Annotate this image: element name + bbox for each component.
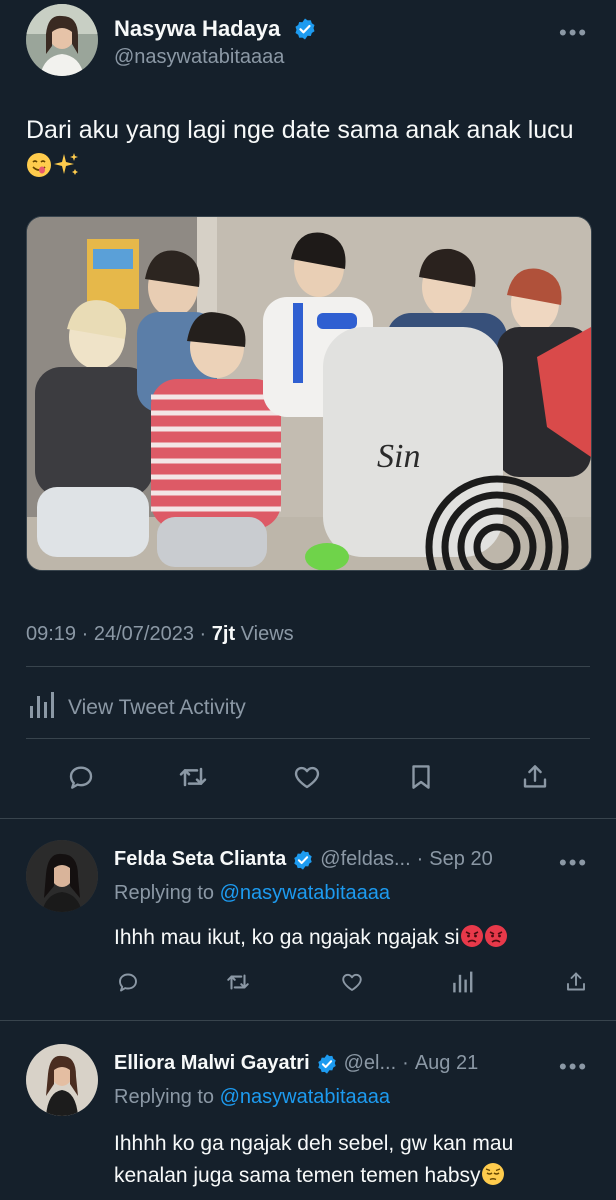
reply-views-button[interactable]: [448, 970, 476, 998]
reply-date[interactable]: Sep 20: [429, 848, 492, 871]
reply-author-name[interactable]: Felda Seta Clianta: [114, 848, 286, 871]
verified-badge-icon: [316, 1053, 338, 1075]
reply-button[interactable]: [62, 760, 100, 798]
reply-header: Felda Seta Clianta @feldas... · Sep 20: [114, 848, 493, 871]
retweet-icon: [225, 969, 251, 1000]
analytics-icon: [26, 690, 56, 725]
retweet-icon: [177, 761, 209, 798]
views-count: 7jt: [211, 623, 236, 645]
tweet-photo[interactable]: Sin: [26, 216, 592, 571]
view-tweet-activity-link[interactable]: View Tweet Activity: [26, 690, 246, 725]
face-savoring-food-icon: [26, 152, 52, 188]
more-options-icon[interactable]: •••: [559, 850, 588, 876]
reply-icon: [66, 762, 96, 797]
divider: [26, 666, 590, 667]
views-icon: [450, 970, 474, 999]
divider: [26, 738, 590, 739]
replying-to-prefix: Replying to: [114, 882, 215, 904]
reply-author-name[interactable]: Elliora Malwi Gayatri: [114, 1052, 310, 1075]
separator: ·: [416, 848, 424, 870]
divider: [0, 818, 616, 819]
reply-text-line: kenalan juga sama temen temen habsy: [114, 1164, 481, 1187]
sparkles-icon: [52, 152, 80, 188]
more-options-icon[interactable]: •••: [559, 1054, 588, 1080]
replying-to: Replying to @nasywatabitaaaa: [114, 882, 390, 905]
bookmark-icon: [406, 762, 436, 797]
reply-text-line-container: kenalan juga sama temen temen habsy: [114, 1160, 513, 1196]
reply-retweet-button[interactable]: [224, 970, 252, 998]
reply-share-button[interactable]: [562, 970, 590, 998]
replying-to: Replying to @nasywatabitaaaa: [114, 1086, 390, 1109]
more-options-icon[interactable]: •••: [559, 20, 588, 46]
verified-badge-icon: [293, 17, 317, 41]
tweet-meta: 09:19 · 24/07/2023 · 7jt Views: [26, 623, 294, 646]
author-avatar[interactable]: [26, 4, 98, 76]
verified-badge-icon: [292, 849, 314, 871]
reply-avatar[interactable]: [26, 840, 98, 912]
enraged-face-icon: [460, 924, 484, 954]
reply-icon: [116, 970, 140, 999]
reply-header: Elliora Malwi Gayatri @el... · Aug 21: [114, 1052, 478, 1075]
share-icon: [564, 970, 588, 999]
separator: ·: [402, 1052, 409, 1074]
reply-text: Ihhh mau ikut, ko ga ngajak ngajak si: [114, 926, 460, 949]
like-icon: [292, 762, 322, 797]
reply-author-handle[interactable]: @feldas...: [320, 848, 410, 871]
replying-to-handle[interactable]: @nasywatabitaaaa: [220, 882, 390, 904]
enraged-face-icon: [484, 924, 508, 954]
reply-text-block: Ihhh mau ikut, ko ga ngajak ngajak si: [114, 924, 508, 954]
pensive-face-icon: [481, 1162, 505, 1196]
reply-like-button[interactable]: [338, 970, 366, 998]
share-button[interactable]: [516, 760, 554, 798]
author-name[interactable]: Nasywa Hadaya: [114, 16, 280, 42]
tweet-text: Dari aku yang lagi nge date sama anak an…: [26, 116, 574, 144]
svg-text:Sin: Sin: [377, 438, 420, 475]
view-tweet-activity-label: View Tweet Activity: [68, 695, 246, 719]
reply-text-block: Ihhhh ko ga ngajak deh sebel, gw kan mau…: [114, 1128, 513, 1196]
replying-to-prefix: Replying to: [114, 1086, 215, 1108]
reply-text-line: Ihhhh ko ga ngajak deh sebel, gw kan mau: [114, 1132, 514, 1155]
separator: ·: [81, 623, 89, 645]
reply-author-handle[interactable]: @el...: [344, 1052, 397, 1075]
like-icon: [340, 970, 364, 999]
share-icon: [520, 762, 550, 797]
author-handle[interactable]: @nasywatabitaaaa: [114, 46, 284, 69]
tweet-text-block: Dari aku yang lagi nge date sama anak an…: [26, 112, 590, 188]
reply-date[interactable]: Aug 21: [415, 1052, 478, 1075]
divider: [0, 1020, 616, 1021]
separator: ·: [199, 623, 207, 645]
replying-to-handle[interactable]: @nasywatabitaaaa: [220, 1086, 390, 1108]
bookmark-button[interactable]: [402, 760, 440, 798]
tweet-time[interactable]: 09:19: [26, 623, 76, 645]
retweet-button[interactable]: [174, 760, 212, 798]
views-label: Views: [240, 623, 294, 645]
reply-avatar[interactable]: [26, 1044, 98, 1116]
tweet-date[interactable]: 24/07/2023: [94, 623, 194, 645]
reply-reply-button[interactable]: [114, 970, 142, 998]
like-button[interactable]: [288, 760, 326, 798]
